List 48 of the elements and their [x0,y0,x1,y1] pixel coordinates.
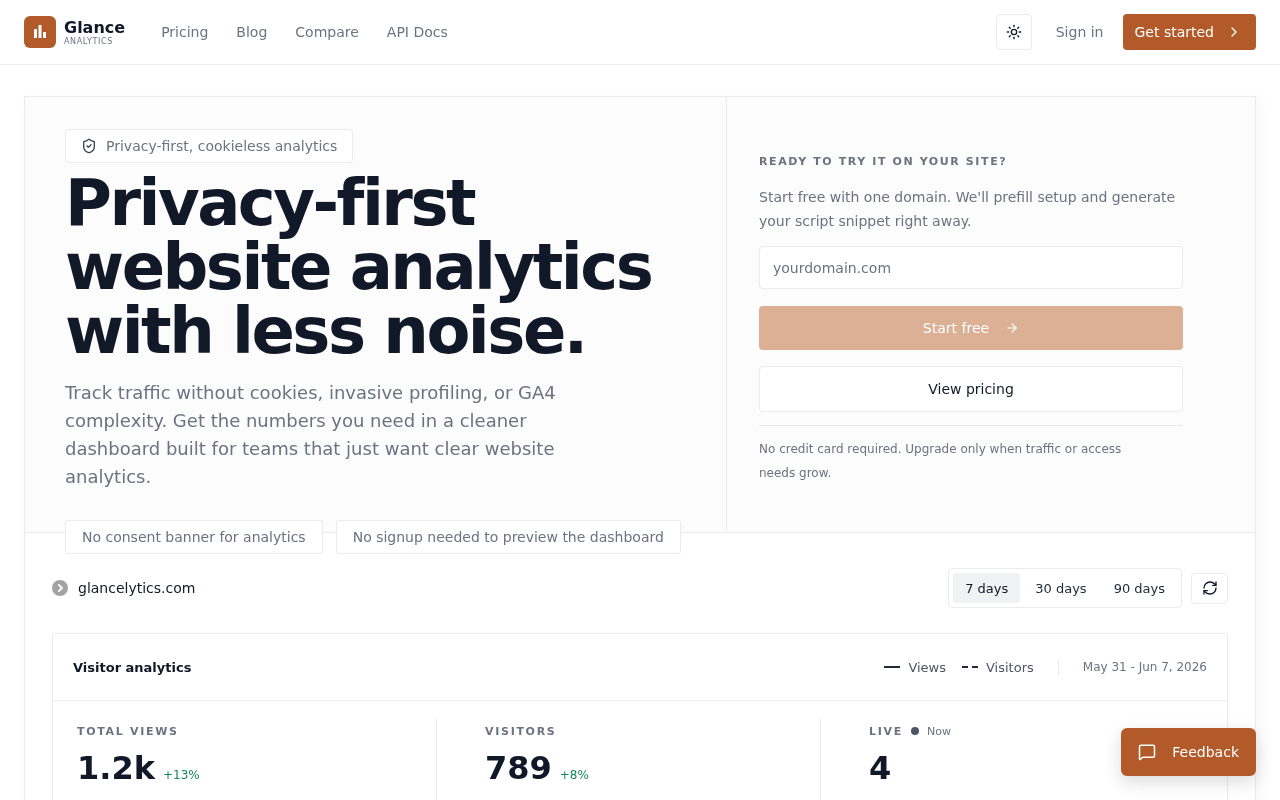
logo-icon [24,16,56,48]
refresh-button[interactable] [1191,572,1228,604]
sun-icon [1005,24,1022,40]
status-dot-icon [910,727,919,735]
site-domain: glancelytics.com [78,580,196,596]
hero-description: Track traffic without cookies, invasive profiling, or GA4 complexity. Get the numbers you need in a cleaner dashboard built for teams that just want clear website analytics. [65,381,557,489]
signup-note: No credit card required. Upgrade only when traffic or access needs grow. [759,441,1123,482]
stat-label: VISITORS [485,724,557,738]
solid-line-icon [884,666,901,668]
nav-link[interactable]: Blog [236,24,268,40]
sign-in-link[interactable]: Sign in [1055,24,1104,40]
legend-label: Views [908,659,946,675]
stat-value: 1.2k [77,750,155,786]
domain-input[interactable]: yourdomain.com [759,246,1183,289]
range-tab[interactable]: 30 days [1023,573,1099,603]
stat-label: LIVE [869,724,903,738]
live-status: Now [926,724,951,738]
card-title: Visitor analytics [73,659,192,675]
nav-link[interactable]: API Docs [386,24,448,40]
stat-value: 4 [869,750,892,786]
feature-pill: No signup needed to preview the dashboard [335,520,681,554]
range-tab[interactable]: 90 days [1101,573,1177,603]
feedback-button[interactable]: Feedback [1121,728,1256,776]
get-started-button[interactable]: Get started [1123,14,1256,50]
chevron-circle-icon [52,580,68,596]
legend-label: Visitors [986,659,1034,675]
badge-text: Privacy-first, cookieless analytics [106,138,338,154]
signup-text: Start free with one domain. We'll prefill setup and generate your script snippet right away. [759,188,1177,231]
dashed-line-icon [962,666,978,668]
chat-bubble-icon [1138,743,1157,761]
hero-headline: Privacy-first website analytics with less noise. [65,171,653,363]
stat-change: +13% [162,768,200,782]
view-pricing-button[interactable]: View pricing [759,366,1183,412]
nav-link[interactable]: Compare [295,24,359,40]
signup-eyebrow: READY TO TRY IT ON YOUR SITE? [759,155,1009,169]
brand-tagline: ANALYTICS [64,36,114,46]
refresh-icon [1201,580,1218,596]
feature-pill: No consent banner for analytics [65,520,323,554]
range-tab[interactable]: 7 days [953,573,1021,603]
stat-value: 789 [485,750,552,786]
nav-link[interactable]: Pricing [161,24,209,40]
theme-toggle-button[interactable] [995,14,1032,50]
date-range: May 31 - Jun 7, 2026 [1082,660,1207,674]
stat-change: +8% [559,768,589,782]
brand-name: Glance [64,18,126,36]
arrow-right-icon [1005,321,1020,335]
stat-label: TOTAL VIEWS [77,724,179,738]
shield-check-icon [81,138,97,154]
